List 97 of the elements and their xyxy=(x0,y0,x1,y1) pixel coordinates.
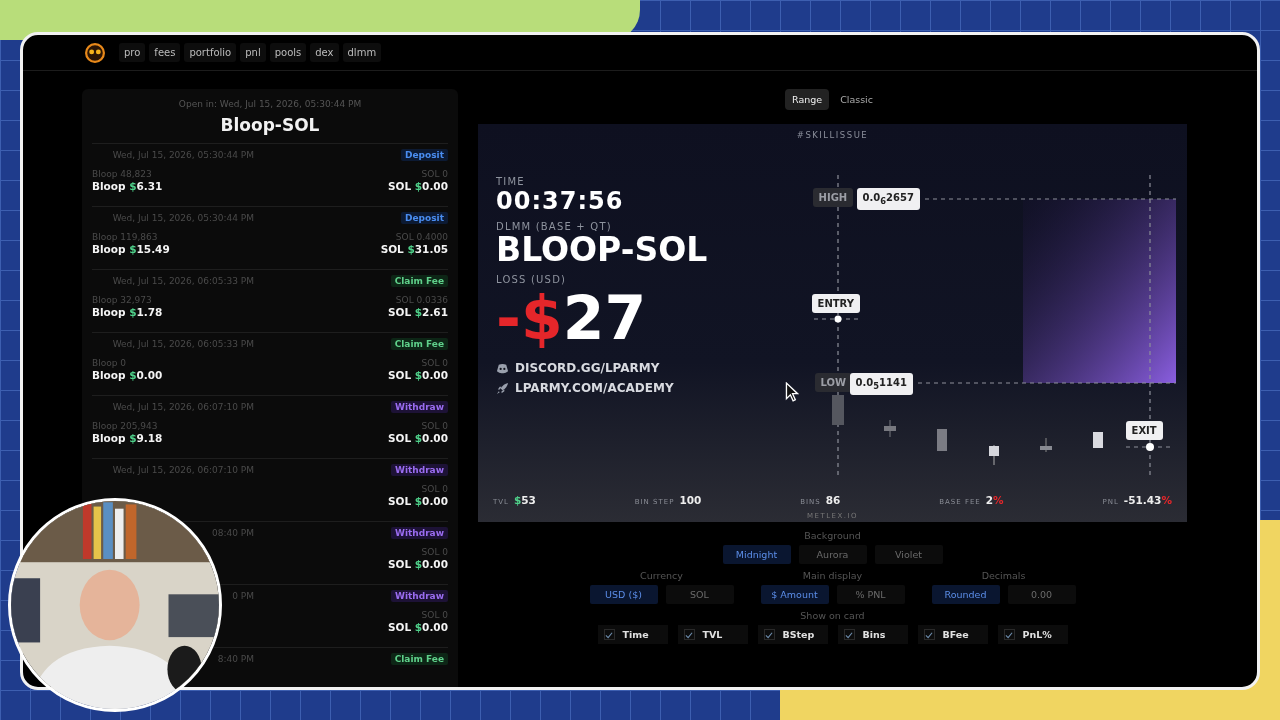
option-button[interactable]: Midnight xyxy=(722,545,791,564)
usd-value: SOL $0.00 xyxy=(387,369,448,381)
result-value: -$27 xyxy=(496,285,648,352)
exit-label: EXIT xyxy=(1125,421,1163,440)
price-label: 0.0$_{5}$1141 xyxy=(849,373,913,395)
token-amount: Bloop 119,863 xyxy=(92,232,159,242)
stat-value: $53 xyxy=(513,494,536,506)
nav-link[interactable]: dex xyxy=(310,43,339,62)
option-button[interactable]: Violet xyxy=(874,545,943,564)
token-amount: Bloop 48,823 xyxy=(92,169,153,179)
stat-value: 2% xyxy=(985,494,1004,506)
check-icon xyxy=(925,630,933,639)
view-tab[interactable]: Classic xyxy=(833,89,880,110)
nav-link[interactable]: fees xyxy=(149,43,181,62)
card-link[interactable]: DISCORD.GG/LPARMY xyxy=(515,361,660,376)
check-icon xyxy=(765,630,773,639)
checkbox-label: BFee xyxy=(942,629,969,640)
logo-icon xyxy=(85,42,105,63)
nav-link[interactable]: dlmm xyxy=(342,43,382,62)
low-label: LOW xyxy=(814,373,853,392)
usd-value: SOL $0.00 xyxy=(387,621,448,633)
nav-link[interactable]: pnl xyxy=(240,43,266,62)
option-button[interactable]: Aurora xyxy=(798,545,867,564)
entry-date: 08:40 PM xyxy=(211,528,254,538)
usd-value: Bloop $0.00 xyxy=(92,369,163,381)
check-icon xyxy=(605,630,613,639)
type-badge: Deposit xyxy=(401,149,448,161)
usd-value: Bloop $6.31 xyxy=(92,180,163,192)
open-date: Open in: Wed, Jul 15, 2026, 05:30:44 PM xyxy=(177,99,363,109)
option-button[interactable]: SOL xyxy=(665,585,734,604)
usd-value: SOL $0.00 xyxy=(387,558,448,570)
stat-value: 86 xyxy=(825,494,841,506)
time-value: 00:37:56 xyxy=(496,187,625,215)
usd-value: SOL $0.00 xyxy=(387,180,448,192)
usd-value: SOL $2.61 xyxy=(387,306,448,318)
discord-icon xyxy=(496,361,509,375)
view-tab[interactable]: Range xyxy=(785,89,830,110)
usd-value: SOL $31.05 xyxy=(380,243,448,255)
pair-label: DLMM (BASE + QT) xyxy=(496,221,613,232)
hashtag-label: #SKILLISSUE xyxy=(795,130,870,140)
type-badge: Withdraw xyxy=(391,464,448,476)
nav-link[interactable]: pro xyxy=(119,43,146,62)
type-badge: Claim Fee xyxy=(390,653,448,665)
type-badge: Withdraw xyxy=(391,401,448,413)
option-button[interactable]: % PNL xyxy=(836,585,905,604)
check-icon xyxy=(845,630,853,639)
checkbox[interactable] xyxy=(603,629,615,640)
pair-title: Bloop-SOL xyxy=(219,115,321,135)
high-label: HIGH xyxy=(812,188,854,207)
option-button[interactable]: $ Amount xyxy=(760,585,829,604)
checkbox[interactable] xyxy=(683,629,695,640)
section-label: Background xyxy=(804,530,861,541)
token-amount: Bloop 32,973 xyxy=(92,295,153,305)
token-amount: SOL 0.4000 xyxy=(394,232,448,242)
checkbox-label: TVL xyxy=(702,629,723,640)
type-badge: Claim Fee xyxy=(390,338,448,350)
price-label: 0.0$_{6}$2657 xyxy=(856,188,920,210)
token-amount: SOL 0.0336 xyxy=(394,295,448,305)
type-badge: Withdraw xyxy=(391,527,448,539)
usd-value: Bloop $9.18 xyxy=(92,432,163,444)
pair-name: BLOOP-SOL xyxy=(496,232,709,269)
checkbox-label: PnL% xyxy=(1022,629,1052,640)
checkbox[interactable] xyxy=(923,629,935,640)
stat-value: -51.43% xyxy=(1123,494,1172,506)
type-badge: Claim Fee xyxy=(390,275,448,287)
checkbox-label: Time xyxy=(622,629,649,640)
option-button[interactable]: USD ($) xyxy=(589,585,658,604)
cursor-icon xyxy=(785,382,799,402)
option-button[interactable]: 0.00 xyxy=(1007,585,1076,604)
result-label: LOSS (USD) xyxy=(496,274,568,286)
checkbox[interactable] xyxy=(763,629,775,640)
usd-value: Bloop $1.78 xyxy=(92,306,163,318)
checkbox[interactable] xyxy=(843,629,855,640)
stat-value: 100 xyxy=(679,494,702,506)
option-button[interactable]: Rounded xyxy=(931,585,1000,604)
section-label: Show on card xyxy=(800,610,865,621)
checkbox-label: BStep xyxy=(782,629,815,640)
section-label: Decimals xyxy=(980,570,1027,581)
section-label: Main display xyxy=(801,570,864,581)
entry-date: 8:40 PM xyxy=(216,654,254,664)
usd-value: SOL $0.00 xyxy=(387,432,448,444)
usd-value: SOL $0.00 xyxy=(387,495,448,507)
token-amount: Bloop 205,943 xyxy=(92,421,159,431)
nav-link[interactable]: portfolio xyxy=(184,43,237,62)
time-label: TIME xyxy=(496,176,526,187)
nav-link[interactable]: pools xyxy=(269,43,307,62)
checkbox-label: Bins xyxy=(862,629,886,640)
entry-label: ENTRY xyxy=(811,294,860,313)
rocket-icon xyxy=(496,381,509,395)
checkbox[interactable] xyxy=(1003,629,1015,640)
usd-value: Bloop $15.49 xyxy=(92,243,170,255)
check-icon xyxy=(1005,630,1013,639)
check-icon xyxy=(685,630,693,639)
card-link[interactable]: LPARMY.COM/ACADEMY xyxy=(515,381,674,396)
section-label: Currency xyxy=(639,570,684,581)
type-badge: Withdraw xyxy=(391,590,448,602)
type-badge: Deposit xyxy=(401,212,448,224)
